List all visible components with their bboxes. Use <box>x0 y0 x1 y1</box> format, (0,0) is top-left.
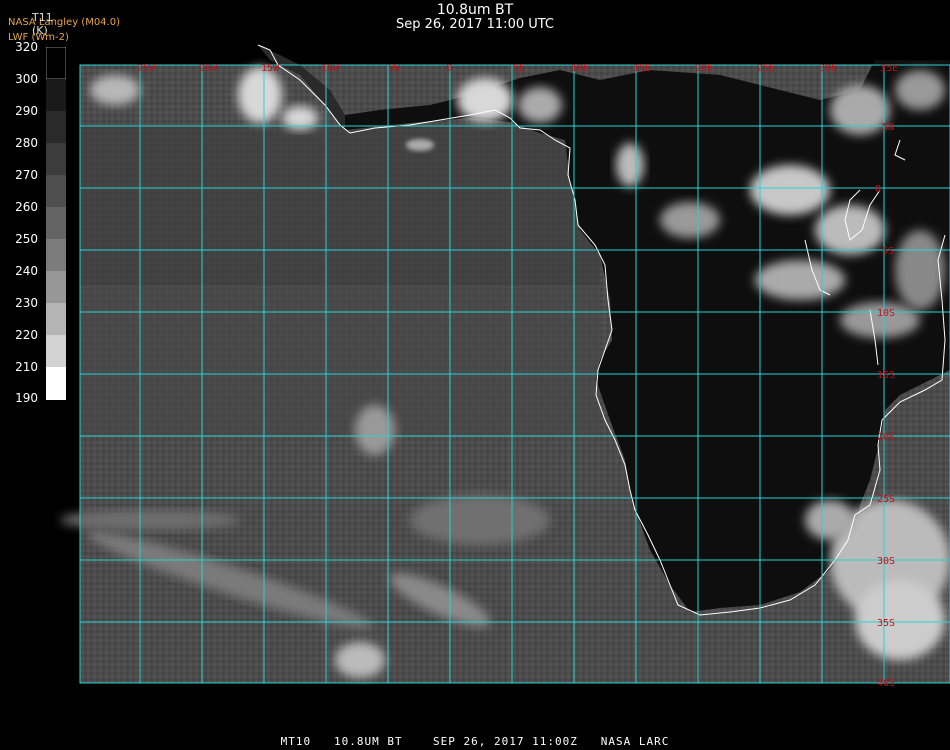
colorbar-tick: 320 <box>15 40 38 54</box>
lat-label: 15S <box>877 370 895 381</box>
colorbar-tick: 300 <box>15 72 38 86</box>
ocean-mid-band <box>80 285 600 435</box>
lat-label: 0 <box>875 184 881 195</box>
colorbar-tick: 190 <box>15 391 38 405</box>
colorbar-tick: 230 <box>15 296 38 310</box>
colorbar-tick: 270 <box>15 168 38 182</box>
colorbar-tick: 210 <box>15 360 38 374</box>
satellite-map: 25W 20W 15W 10W 5W 0 5E 10E 15E 20E 25E … <box>60 44 950 689</box>
map-title: 10.8um BT <box>436 2 514 18</box>
lon-label: 15W <box>261 63 280 74</box>
colorbar-tick: 220 <box>15 328 38 342</box>
colorbar-tick: 250 <box>15 232 38 246</box>
lat-label: 30S <box>877 556 895 567</box>
colorbar-tick: 260 <box>15 200 38 214</box>
credit-source: NASA Langley (M04.0) <box>8 17 120 28</box>
legend-variable: T11 <box>32 11 53 24</box>
colorbar-tick: 240 <box>15 264 38 278</box>
colorbar-tick: 290 <box>15 104 38 118</box>
map-timestamp: Sep 26, 2017 11:00 UTC <box>395 17 555 32</box>
lat-label: 20S <box>877 432 895 443</box>
lon-label: 5W <box>388 63 401 74</box>
lon-label: 25W <box>137 63 156 74</box>
lon-label: 30E <box>819 63 837 74</box>
lat-label: 10S <box>877 308 895 319</box>
lon-label: 20W <box>199 63 218 74</box>
lon-label: 35E <box>880 63 898 74</box>
lon-label: 0 <box>446 63 452 74</box>
lon-label: 20E <box>695 63 713 74</box>
lon-label: 10W <box>321 63 340 74</box>
footer-caption: MT10 10.8UM BT SEP 26, 2017 11:00Z NASA … <box>280 735 670 748</box>
lat-label: 25S <box>877 494 895 505</box>
colorbar <box>46 47 66 400</box>
lat-label: 35S <box>877 618 895 629</box>
lon-label: 25E <box>757 63 775 74</box>
legend-unit: (K) <box>32 24 48 37</box>
ocean-dark-band <box>80 125 600 285</box>
lat-label: 5N <box>882 122 894 133</box>
lon-label: 5E <box>513 63 525 74</box>
lat-label: 40S <box>877 678 895 689</box>
lon-label: 10E <box>571 63 589 74</box>
lon-label: 15E <box>633 63 651 74</box>
lat-label: 5S <box>882 246 894 257</box>
colorbar-tick: 280 <box>15 136 38 150</box>
